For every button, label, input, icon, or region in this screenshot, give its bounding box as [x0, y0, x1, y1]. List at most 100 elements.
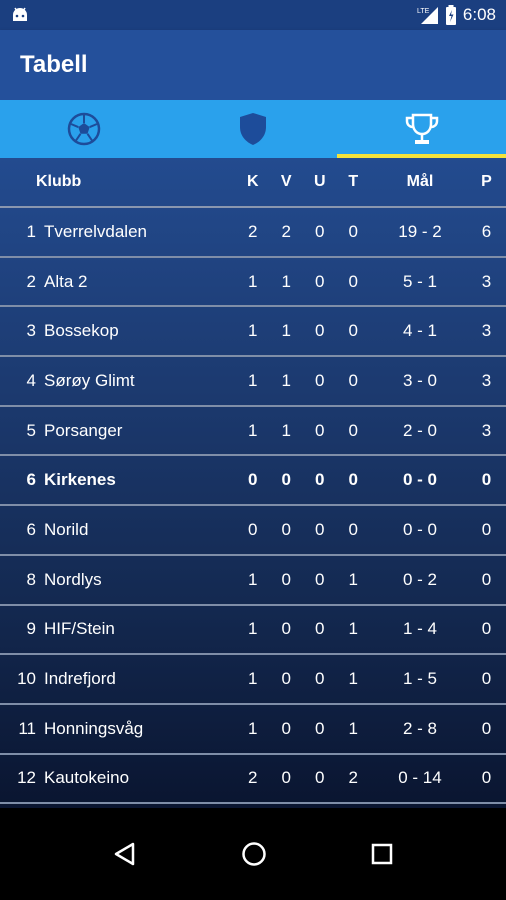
points: 6 — [481, 221, 492, 241]
table-body: 1 Tverrelvdalen 2 2 0 0 19 - 2 6 2 Alta 2 1 1 0 0 5 - … — [0, 208, 506, 805]
points: 0 — [481, 619, 492, 639]
position: 1 — [26, 221, 36, 241]
app-bar: Tabell — [0, 30, 506, 100]
draws: 0 — [315, 569, 325, 589]
goals: 2 - 8 — [402, 718, 438, 738]
losses: 0 — [348, 221, 358, 241]
goals: 0 - 14 — [398, 768, 442, 788]
table-row[interactable]: 11 Honningsvåg 1 0 0 1 2 - 8 0 — [0, 705, 506, 755]
tab-matches[interactable] — [0, 100, 169, 158]
header-t: T — [348, 173, 359, 190]
wins: 1 — [281, 271, 291, 291]
goals: 0 - 0 — [402, 470, 438, 490]
position: 4 — [26, 370, 36, 390]
matches-played: 1 — [248, 271, 258, 291]
table-row[interactable]: 1 Tverrelvdalen 2 2 0 0 19 - 2 6 — [0, 208, 506, 258]
table-row[interactable]: 12 Kautokeino 2 0 0 2 0 - 14 0 — [0, 755, 506, 805]
back-icon[interactable] — [112, 841, 138, 867]
goals: 3 - 0 — [402, 370, 438, 390]
status-time: 6:08 — [462, 5, 496, 24]
goals: 0 - 2 — [402, 569, 438, 589]
losses: 0 — [348, 370, 358, 390]
table-row[interactable]: 9 HIF/Stein 1 0 0 1 1 - 4 0 — [0, 606, 506, 656]
matches-played: 2 — [248, 768, 258, 788]
wins: 0 — [281, 619, 291, 639]
losses: 1 — [348, 569, 358, 589]
battery-icon — [445, 5, 456, 25]
losses: 0 — [348, 420, 358, 440]
matches-played: 1 — [248, 370, 258, 390]
draws: 0 — [315, 470, 325, 490]
matches-played: 1 — [248, 669, 258, 689]
matches-played: 0 — [248, 519, 258, 539]
league-table: Klubb K V U T Mål P 1 Tverrelvdalen 2 2 0 0 19… — [0, 158, 506, 808]
matches-played: 2 — [248, 221, 258, 241]
points: 0 — [481, 669, 492, 689]
position: 3 — [26, 321, 36, 341]
table-row[interactable]: 2 Alta 2 1 1 0 0 5 - 1 3 — [0, 258, 506, 308]
goals: 4 - 1 — [402, 321, 438, 341]
navigation-bar — [0, 808, 506, 900]
losses: 1 — [348, 718, 358, 738]
draws: 0 — [315, 420, 325, 440]
losses: 2 — [348, 768, 358, 788]
losses: 1 — [348, 669, 358, 689]
trophy-icon — [405, 113, 438, 144]
losses: 0 — [348, 519, 358, 539]
points: 0 — [481, 470, 492, 490]
position: 12 — [17, 768, 36, 788]
wins: 0 — [281, 470, 291, 490]
position: 9 — [26, 619, 36, 639]
draws: 0 — [315, 321, 325, 341]
points: 3 — [481, 370, 492, 390]
club-name: Alta 2 — [44, 271, 88, 291]
header-p: P — [481, 173, 492, 190]
draws: 0 — [315, 718, 325, 738]
club-name: Norild — [44, 519, 89, 539]
draws: 0 — [315, 768, 325, 788]
club-name: Kirkenes — [44, 470, 116, 490]
header-club: Klubb — [36, 173, 82, 190]
points: 3 — [481, 321, 492, 341]
matches-played: 1 — [248, 619, 258, 639]
draws: 0 — [315, 669, 325, 689]
table-row[interactable]: 3 Bossekop 1 1 0 0 4 - 1 3 — [0, 307, 506, 358]
position: 6 — [26, 470, 36, 490]
position: 8 — [26, 569, 36, 589]
points: 0 — [481, 768, 492, 788]
table-row[interactable]: 4 Sørøy Glimt 1 1 0 0 3 - 0 3 — [0, 357, 506, 407]
tab-table[interactable] — [337, 100, 506, 158]
wins: 1 — [281, 370, 291, 390]
tab-clubs[interactable] — [169, 100, 338, 158]
club-name: Honningsvåg — [44, 718, 144, 738]
club-name: HIF/Stein — [44, 619, 115, 639]
home-icon[interactable] — [241, 841, 267, 867]
header-u: U — [313, 173, 326, 190]
goals: 5 - 1 — [402, 271, 438, 291]
recents-icon[interactable] — [370, 842, 394, 866]
matches-played: 1 — [248, 420, 258, 440]
wins: 0 — [281, 519, 291, 539]
table-row[interactable]: 8 Nordlys 1 0 0 1 0 - 2 0 — [0, 556, 506, 606]
table-row[interactable]: 10 Indrefjord 1 0 0 1 1 - 50 — [0, 655, 506, 705]
table-row[interactable]: 5 Porsanger 1 1 0 0 2 - 0 3 — [0, 407, 506, 457]
losses: 0 — [348, 321, 358, 341]
matches-played: 1 — [248, 321, 258, 341]
draws: 0 — [315, 221, 325, 241]
club-name: Porsanger — [44, 420, 123, 440]
goals: 1 - 4 — [402, 619, 438, 639]
position: 2 — [26, 271, 36, 291]
tab-bar — [0, 100, 506, 158]
table-row[interactable]: 6 Kirkenes 0 0 0 0 0 - 0 0 — [0, 456, 506, 507]
matches-played: 0 — [248, 470, 258, 490]
goals: 2 - 0 — [402, 420, 438, 440]
table-row[interactable]: 6 Norild 0 0 0 0 0 - 0 0 — [0, 506, 506, 556]
club-name: Tverrelvdalen — [44, 221, 147, 241]
losses: 0 — [348, 271, 358, 291]
signal-icon: LTE — [417, 7, 438, 24]
android-notification-icon — [13, 7, 27, 21]
table-header-row: Klubb K V U T Mål P — [0, 158, 506, 208]
wins: 1 — [281, 420, 291, 440]
goals: 19 - 2 — [398, 221, 442, 241]
losses: 1 — [348, 619, 358, 639]
